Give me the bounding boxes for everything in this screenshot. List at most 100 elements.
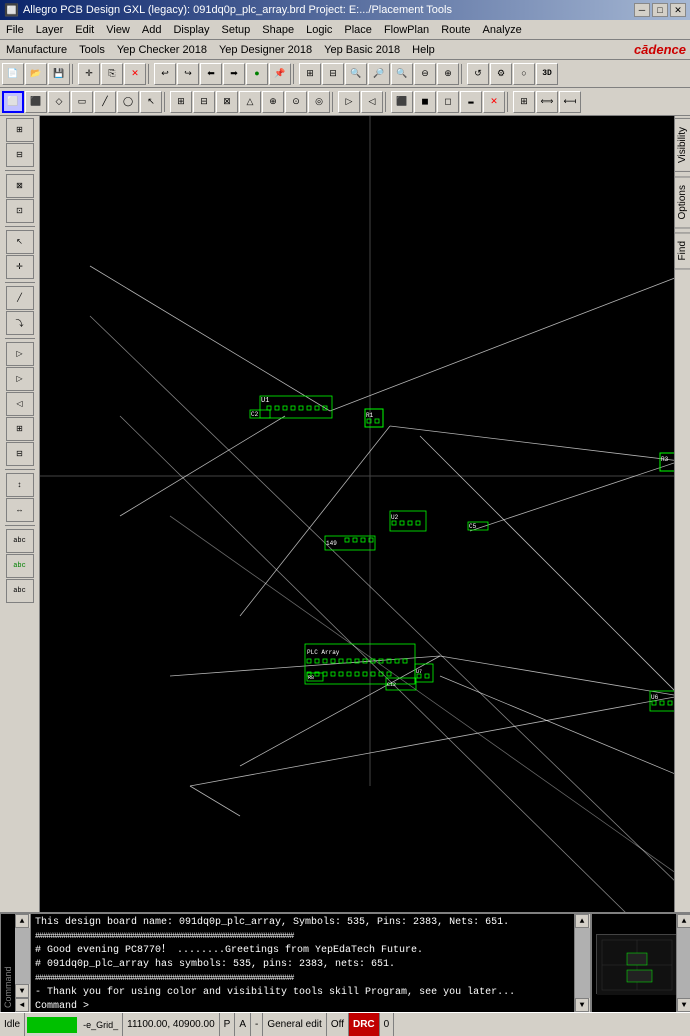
side-btn-10[interactable]: ▷ [6,367,34,391]
tb-back[interactable]: ⬅ [200,63,222,85]
menu-help[interactable]: Help [406,42,441,58]
menu-route[interactable]: Route [435,22,476,38]
tb-zoom-prev[interactable]: ⊖ [414,63,436,85]
tb2-s6[interactable]: ⊙ [285,91,307,113]
menu-logic[interactable]: Logic [300,22,338,38]
tb2-measure2[interactable]: ⟻ [559,91,581,113]
worldview-scrolltrack[interactable] [677,928,690,998]
tab-find[interactable]: Find [674,232,690,269]
tb-zoom-next[interactable]: ⊕ [437,63,459,85]
tab-options[interactable]: Options [674,176,690,228]
tb2-s11[interactable]: ◼ [414,91,436,113]
minimize-button[interactable]: ─ [634,3,650,17]
console-v-scroll-dn[interactable]: ▼ [575,998,589,1012]
tb2-s13[interactable]: ▬ [460,91,482,113]
console-vscrolltrack[interactable] [575,928,590,998]
tb-refresh[interactable]: ↺ [467,63,489,85]
menu-tools[interactable]: Tools [73,42,111,58]
side-btn-11[interactable]: ◁ [6,392,34,416]
tb-3d[interactable]: 3D [536,63,558,85]
menu-view[interactable]: View [100,22,136,38]
menu-yep-basic[interactable]: Yep Basic 2018 [318,42,406,58]
tb2-s8[interactable]: ▷ [338,91,360,113]
tb2-poly[interactable]: ◇ [48,91,70,113]
tb-open[interactable]: 📂 [25,63,47,85]
tb2-s10[interactable]: ⬛ [391,91,413,113]
console-scroll-up[interactable]: ▲ [15,914,29,928]
side-btn-15[interactable]: ↔ [6,498,34,522]
side-btn-abc3[interactable]: abc [6,579,34,603]
tb2-s4[interactable]: △ [239,91,261,113]
menu-flowplan[interactable]: FlowPlan [378,22,435,38]
tb2-rect-sel[interactable]: ⬜ [2,91,24,113]
tb-settings[interactable]: ⚙ [490,63,512,85]
side-btn-3[interactable]: ⊠ [6,174,34,198]
side-btn-14[interactable]: ↕ [6,473,34,497]
menu-edit[interactable]: Edit [69,22,100,38]
worldview-scroll-dn[interactable]: ▼ [677,998,690,1012]
tb-fwd[interactable]: ➡ [223,63,245,85]
tb2-s2[interactable]: ⊟ [193,91,215,113]
tb-copy[interactable]: ⎘ [101,63,123,85]
tb2-cursor[interactable]: ↖ [140,91,162,113]
tb-redo[interactable]: ↪ [177,63,199,85]
tb-grid2[interactable]: ⊟ [322,63,344,85]
side-btn-8[interactable]: ⤵ [6,311,34,335]
menu-layer[interactable]: Layer [30,22,70,38]
console-scroll-dn[interactable]: ▼ [15,984,29,998]
menu-shape[interactable]: Shape [256,22,300,38]
tb2-s1[interactable]: ⊞ [170,91,192,113]
tb2-s7[interactable]: ◎ [308,91,330,113]
console-scrolltrack[interactable] [15,928,30,984]
menu-yep-designer[interactable]: Yep Designer 2018 [213,42,318,58]
tb-pin[interactable]: 📌 [269,63,291,85]
side-btn-6[interactable]: ✛ [6,255,34,279]
side-btn-abc2[interactable]: abc [6,554,34,578]
menu-add[interactable]: Add [136,22,168,38]
side-btn-12[interactable]: ⊞ [6,417,34,441]
tb-cross[interactable]: ✛ [78,63,100,85]
tb2-s14[interactable]: ✕ [483,91,505,113]
maximize-button[interactable]: □ [652,3,668,17]
menu-manufacture[interactable]: Manufacture [0,42,73,58]
tb-green-circle[interactable]: ● [246,63,268,85]
side-btn-5[interactable]: ↖ [6,230,34,254]
tb2-circle2[interactable]: ◯ [117,91,139,113]
tb-grid1[interactable]: ⊞ [299,63,321,85]
menu-setup[interactable]: Setup [216,22,257,38]
tb2-s15[interactable]: ⊞ [513,91,535,113]
menu-analyze[interactable]: Analyze [477,22,528,38]
side-btn-abc1[interactable]: abc [6,529,34,553]
menu-display[interactable]: Display [167,22,215,38]
tb2-s12[interactable]: ◻ [437,91,459,113]
side-btn-2[interactable]: ⊟ [6,143,34,167]
console-scroll-left[interactable]: ◄ [15,998,29,1012]
menu-place[interactable]: Place [338,22,378,38]
canvas-area[interactable]: U1 R1 C2 [40,116,674,912]
tb-undo[interactable]: ↩ [154,63,176,85]
side-btn-9[interactable]: ▷ [6,342,34,366]
tb2-measure[interactable]: ⟺ [536,91,558,113]
side-btn-13[interactable]: ⊟ [6,442,34,466]
tb2-s9[interactable]: ◁ [361,91,383,113]
side-btn-7[interactable]: ╱ [6,286,34,310]
menu-yep-checker[interactable]: Yep Checker 2018 [111,42,213,58]
close-button[interactable]: ✕ [670,3,686,17]
tb2-rect2[interactable]: ⬛ [25,91,47,113]
tb-new[interactable]: 📄 [2,63,24,85]
tab-visibility[interactable]: Visibility [674,118,690,172]
tb-delete[interactable]: ✕ [124,63,146,85]
tb-circle[interactable]: ○ [513,63,535,85]
worldview-scroll-up[interactable]: ▲ [677,914,690,928]
tb2-s3[interactable]: ⊠ [216,91,238,113]
minimap[interactable] [596,934,676,994]
menu-file[interactable]: File [0,22,30,38]
console-v-scroll-up[interactable]: ▲ [575,914,589,928]
tb2-line[interactable]: ╱ [94,91,116,113]
side-btn-4[interactable]: ⊡ [6,199,34,223]
tb-zoom-in[interactable]: 🔎 [368,63,390,85]
tb2-s5[interactable]: ⊕ [262,91,284,113]
tb-save[interactable]: 💾 [48,63,70,85]
tb-zoom-out[interactable]: 🔍 [391,63,413,85]
side-btn-1[interactable]: ⊞ [6,118,34,142]
